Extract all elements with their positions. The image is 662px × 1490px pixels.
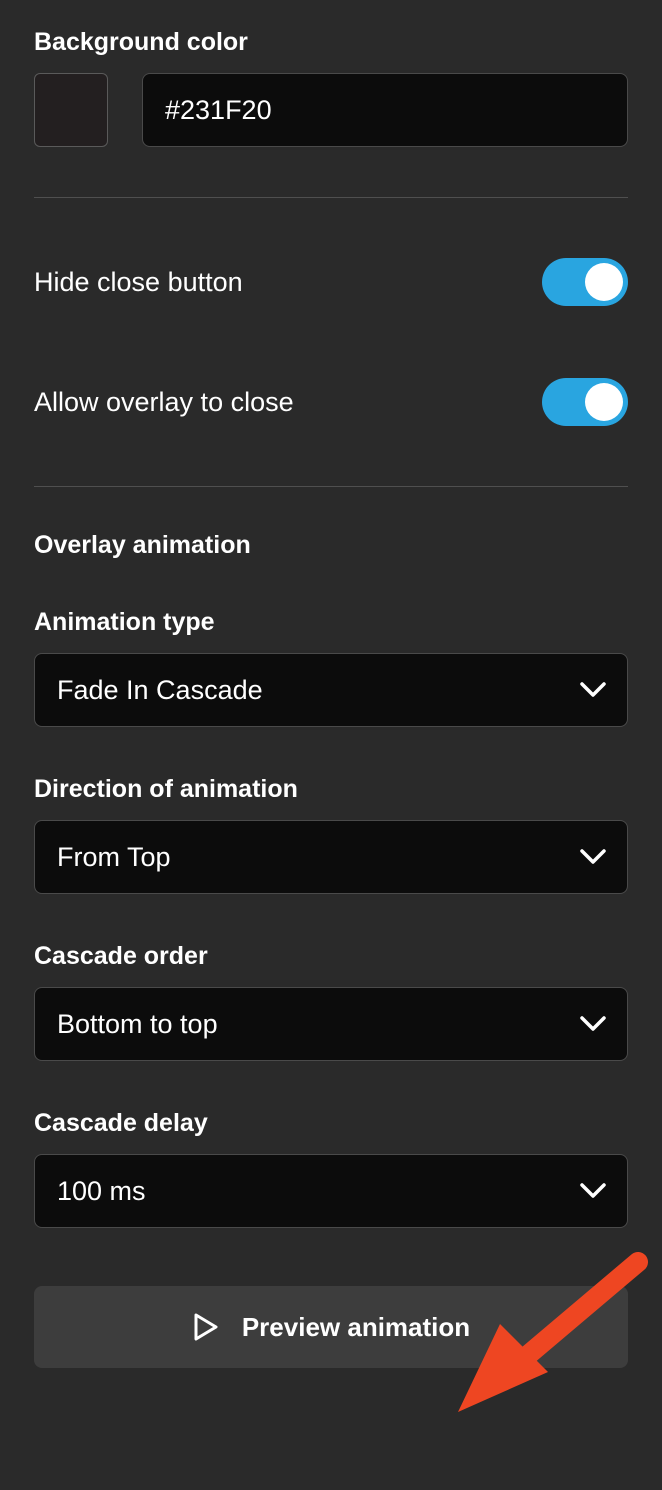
direction-value: From Top: [57, 842, 171, 873]
cascade-order-label: Cascade order: [34, 942, 628, 971]
play-icon: [192, 1312, 220, 1342]
cascade-delay-value: 100 ms: [57, 1176, 146, 1207]
background-color-input[interactable]: [142, 73, 628, 147]
hide-close-button-label: Hide close button: [34, 267, 243, 298]
color-swatch[interactable]: [34, 73, 108, 147]
direction-label: Direction of animation: [34, 775, 628, 804]
allow-overlay-close-toggle[interactable]: [542, 378, 628, 426]
background-color-label: Background color: [34, 28, 628, 57]
cascade-delay-label: Cascade delay: [34, 1109, 628, 1138]
animation-type-select[interactable]: Fade In Cascade: [34, 653, 628, 727]
background-color-row: [34, 73, 628, 147]
cascade-delay-select[interactable]: 100 ms: [34, 1154, 628, 1228]
preview-animation-button[interactable]: Preview animation: [34, 1286, 628, 1368]
overlay-animation-header: Overlay animation: [34, 531, 628, 560]
settings-panel: Background color Hide close button Allow…: [0, 0, 662, 1402]
direction-select[interactable]: From Top: [34, 820, 628, 894]
allow-overlay-close-label: Allow overlay to close: [34, 387, 294, 418]
animation-type-value: Fade In Cascade: [57, 675, 263, 706]
hide-close-button-row: Hide close button: [34, 222, 628, 342]
allow-overlay-close-row: Allow overlay to close: [34, 342, 628, 462]
hide-close-button-toggle[interactable]: [542, 258, 628, 306]
cascade-order-select[interactable]: Bottom to top: [34, 987, 628, 1061]
animation-type-label: Animation type: [34, 608, 628, 637]
cascade-order-value: Bottom to top: [57, 1009, 218, 1040]
preview-animation-label: Preview animation: [242, 1312, 470, 1343]
